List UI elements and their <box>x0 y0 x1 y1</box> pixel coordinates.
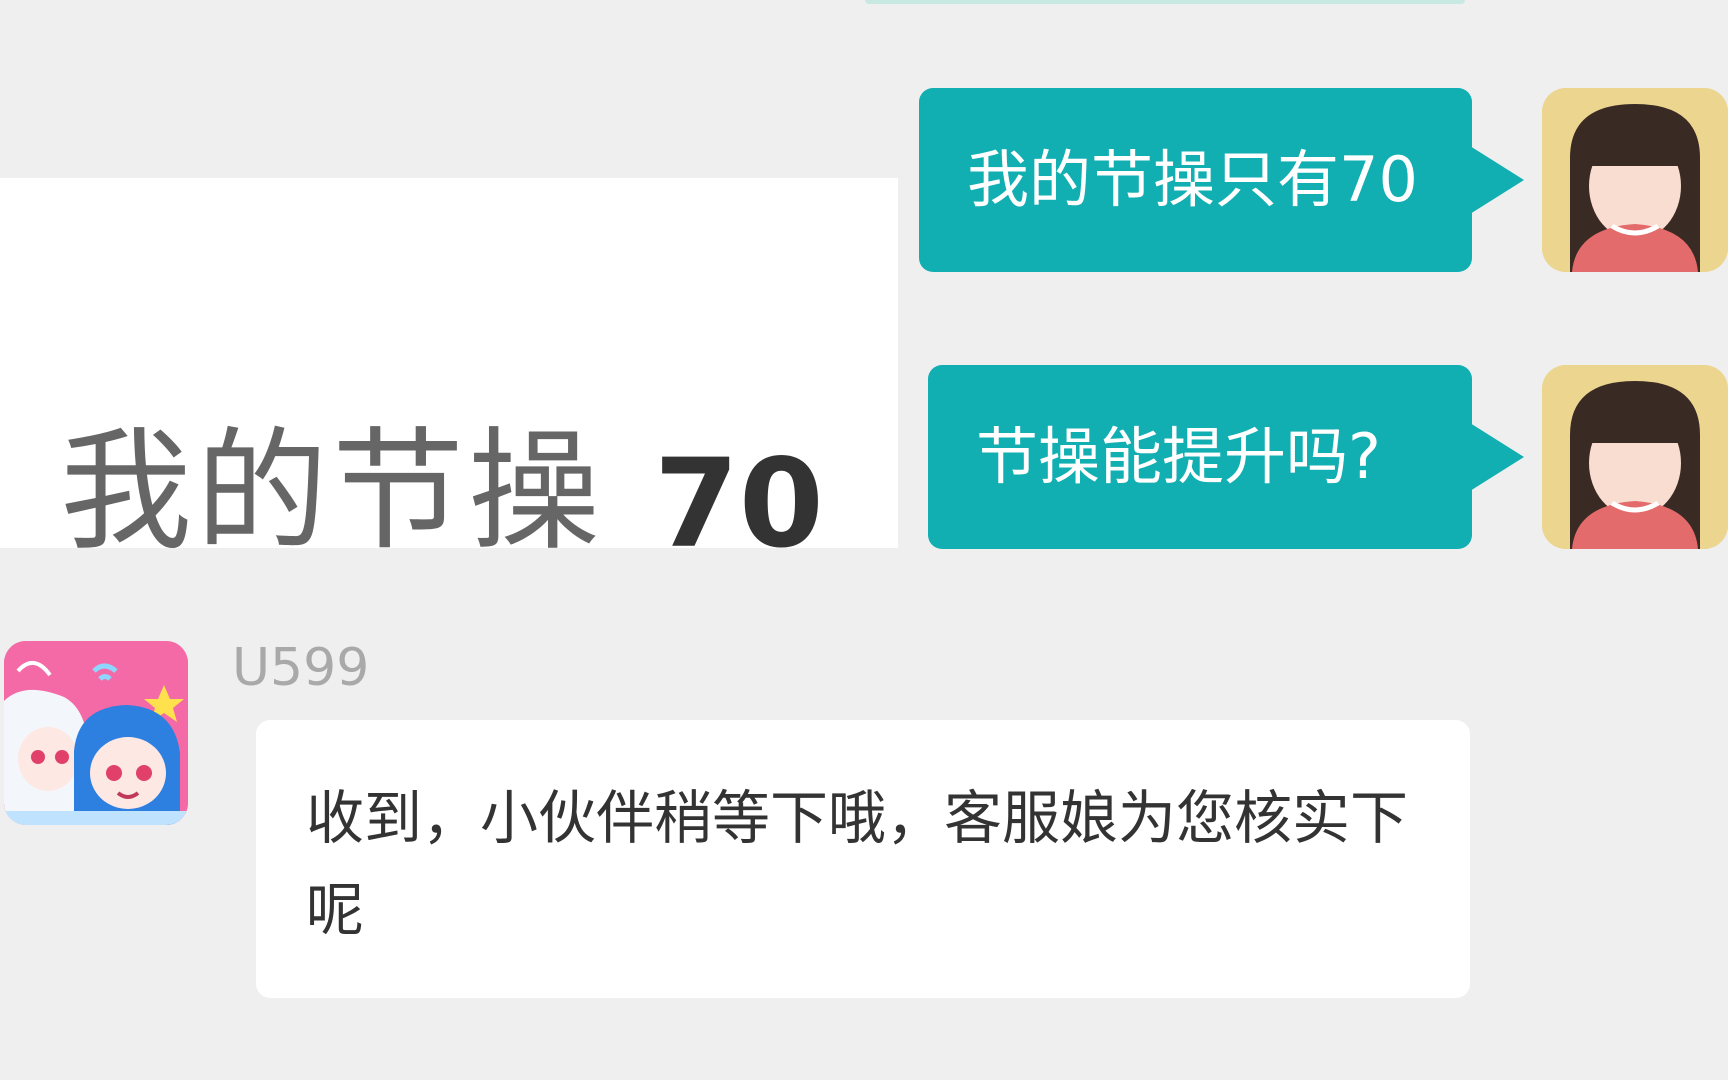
image-label: 我的节操 <box>60 415 604 569</box>
sender-name: U599 <box>232 638 370 698</box>
girl-avatar-icon[interactable] <box>1542 365 1728 549</box>
image-value: 70 <box>654 433 824 575</box>
anime-agent-avatar-icon[interactable] <box>4 641 188 825</box>
incoming-message-bubble[interactable]: 收到，小伙伴稍等下哦，客服娘为您核实下呢 <box>256 720 1470 998</box>
message-text: 节操能提升吗? <box>976 420 1381 493</box>
chat-screen: 我的节操 70 我的节操只有70 节操能提升吗? U599 收到，小伙伴稍等下哦… <box>0 0 1728 1080</box>
bubble-tail <box>1470 423 1524 491</box>
previous-message-edge <box>865 0 1465 4</box>
message-text: 收到，小伙伴稍等下哦，客服娘为您核实下呢 <box>306 784 1409 944</box>
message-text: 我的节操只有70 <box>967 143 1418 216</box>
bubble-tail <box>1470 146 1524 214</box>
shared-image-message[interactable]: 我的节操 70 <box>0 178 898 565</box>
girl-avatar-icon[interactable] <box>1542 88 1728 272</box>
outgoing-message-bubble[interactable]: 节操能提升吗? <box>928 365 1524 549</box>
outgoing-message-bubble[interactable]: 我的节操只有70 <box>919 88 1524 272</box>
